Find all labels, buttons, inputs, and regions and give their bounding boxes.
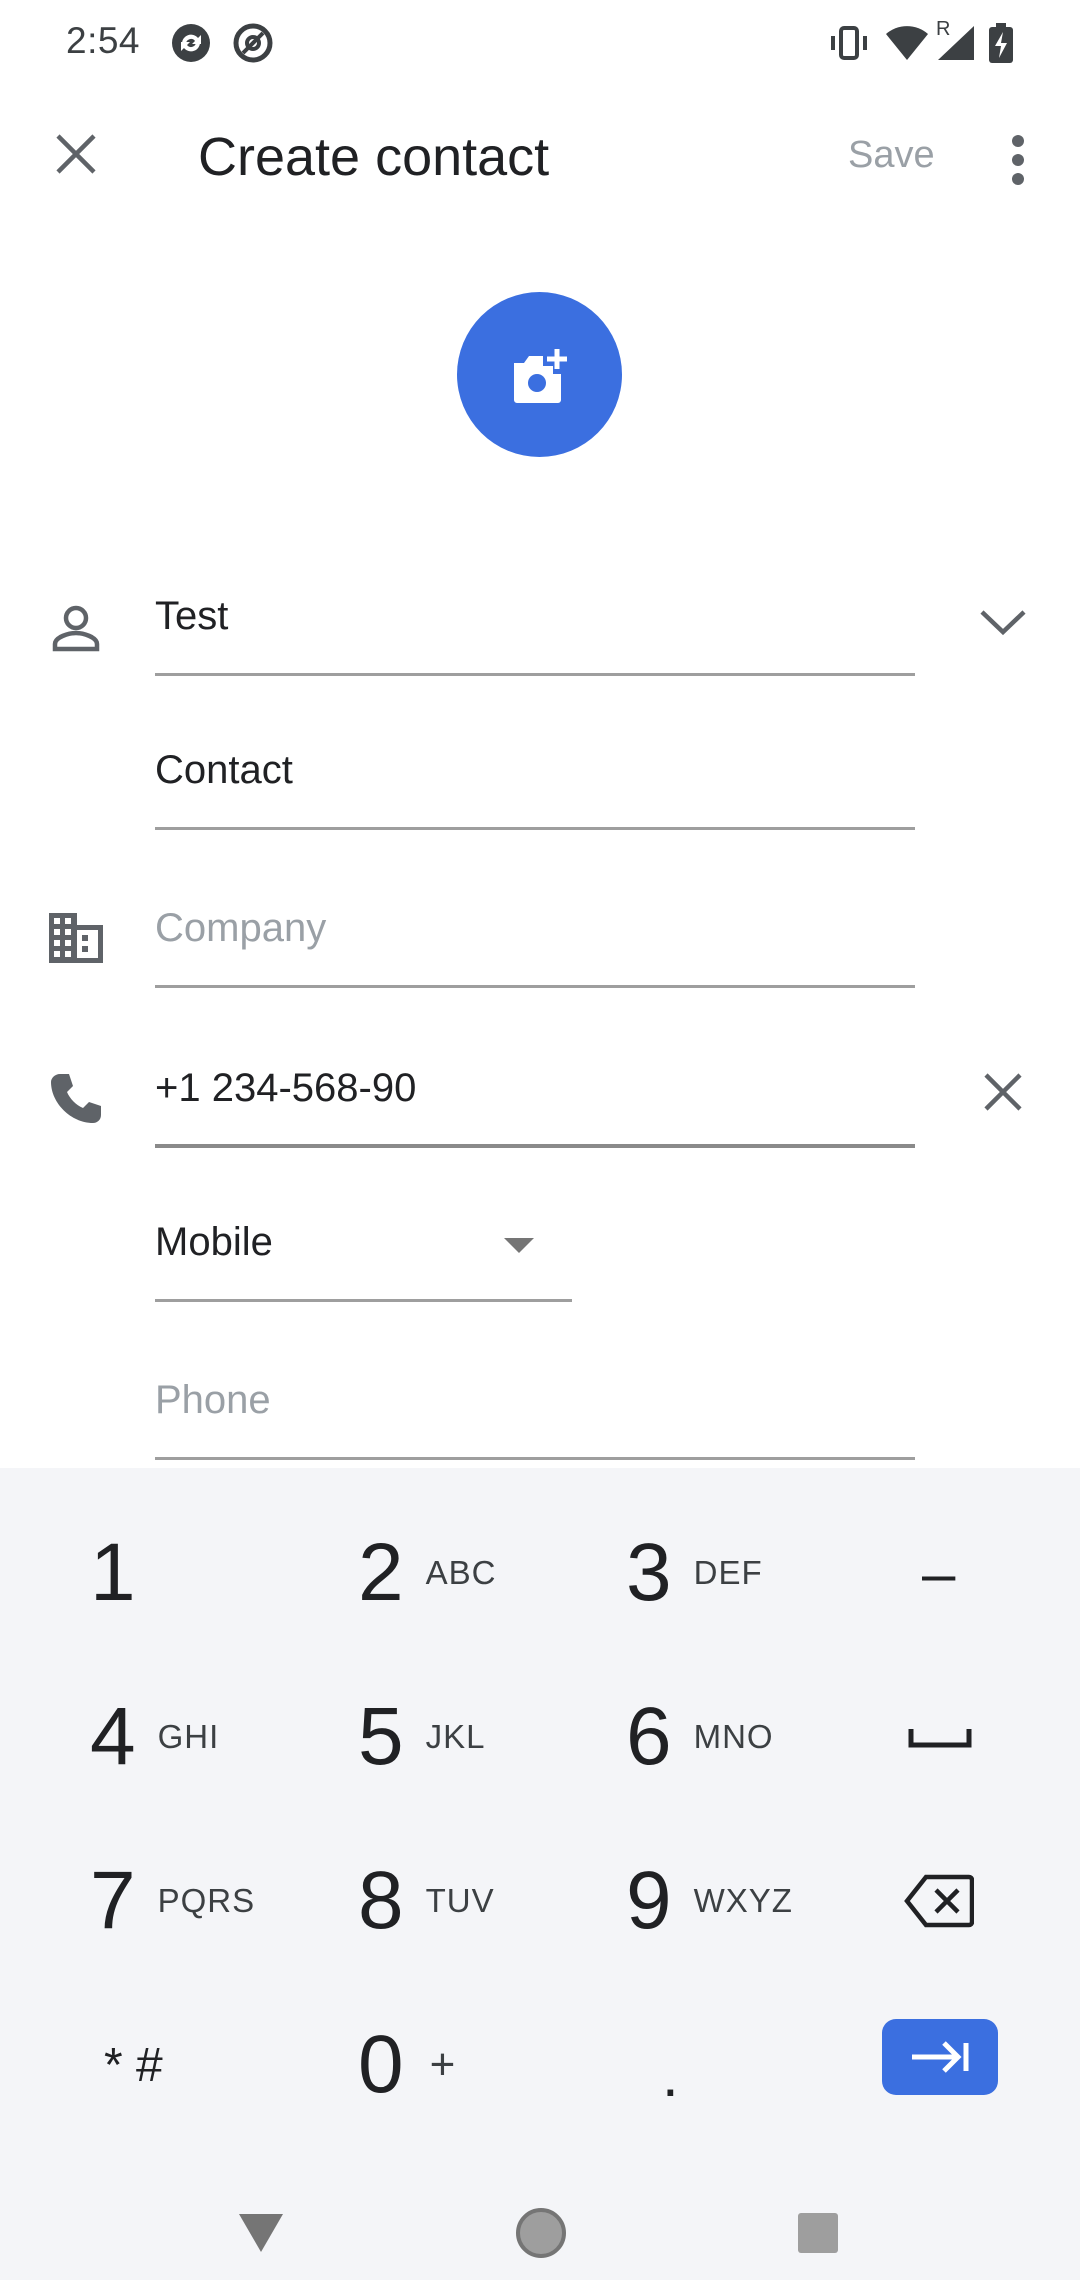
key-digit: 9 [626,1855,672,1946]
symbols-label: * # [104,2038,163,2092]
person-icon [44,596,108,660]
phone-type-select[interactable]: Mobile [155,1202,572,1302]
key-letters: TUV [425,1882,495,1919]
key-letters: DEF [693,1554,763,1591]
at-sign-app-icon [232,22,274,64]
key-digit: 8 [358,1855,404,1946]
dropdown-arrow-icon [504,1238,534,1253]
key-digit: 2 [358,1527,404,1618]
key-6[interactable]: 6 MNO [626,1667,774,1807]
back-triangle-icon [239,2214,283,2252]
close-button[interactable] [40,118,112,190]
close-icon [984,1073,1022,1111]
recents-square-icon [798,2213,838,2253]
key-letters: ABC [425,1554,497,1591]
last-name-value: Contact [155,748,293,792]
home-button[interactable] [496,2188,586,2278]
back-button[interactable] [216,2188,306,2278]
toolbar: Create contact Save [0,100,1080,220]
home-circle-icon [516,2208,566,2258]
backspace-icon [904,1874,974,1928]
additional-phone-field[interactable]: Phone [155,1360,915,1460]
key-letters: PQRS [157,1882,256,1919]
sync-app-icon [170,22,212,64]
dash-symbol: – [922,1539,956,1607]
phone-type-value: Mobile [155,1220,273,1264]
wifi-icon [884,22,930,64]
key-7[interactable]: 7 PQRS [90,1831,255,1971]
add-photo-button[interactable] [457,292,622,457]
status-bar: 2:54 R [0,0,1080,88]
key-9[interactable]: 9 WXYZ [626,1831,793,1971]
more-options-button[interactable] [990,124,1046,196]
add-photo-icon [513,348,567,403]
key-period[interactable]: . [662,2005,679,2145]
key-digit: 3 [626,1527,672,1618]
key-digit: 4 [90,1691,136,1782]
phone-icon [44,1066,108,1130]
phone-number-field[interactable]: +1 234-568-90 [155,1048,915,1148]
key-digit: 1 [90,1527,136,1618]
save-button[interactable]: Save [848,134,935,177]
key-0[interactable]: 0 + [358,1995,456,2135]
chevron-down-icon [980,610,1026,636]
key-plus: + [429,2040,457,2089]
key-symbols[interactable]: * # [104,1995,163,2135]
key-8[interactable]: 8 TUV [358,1831,495,1971]
battery-charging-icon [988,22,1014,64]
key-digit: 7 [90,1855,136,1946]
key-4[interactable]: 4 GHI [90,1667,219,1807]
key-letters: MNO [693,1718,774,1755]
period-label: . [662,2041,679,2109]
key-digit: 6 [626,1691,672,1782]
phone-number-value: +1 234-568-90 [155,1066,417,1110]
key-digit: 5 [358,1691,404,1782]
key-1[interactable]: 1 [90,1503,136,1643]
company-field[interactable]: Company [155,888,915,988]
key-2[interactable]: 2 ABC [358,1503,496,1643]
recents-button[interactable] [773,2188,863,2278]
key-letters: GHI [157,1718,220,1755]
expand-name-button[interactable] [971,590,1035,654]
key-digit: 0 [358,2019,404,2110]
close-icon [56,134,96,174]
clear-phone-button[interactable] [971,1060,1035,1124]
company-placeholder: Company [155,906,327,950]
tab-arrow-icon [912,2041,969,2073]
key-space[interactable] [908,1667,972,1807]
key-5[interactable]: 5 JKL [358,1667,485,1807]
signal-icon [934,22,978,64]
key-backspace[interactable] [904,1831,974,1971]
phone-placeholder: Phone [155,1378,271,1422]
key-dash[interactable]: – [922,1503,955,1643]
key-3[interactable]: 3 DEF [626,1503,763,1643]
status-time: 2:54 [66,20,141,61]
next-field-button[interactable] [882,2019,998,2095]
navigation-bar [0,2170,1080,2280]
key-letters: JKL [425,1718,486,1755]
vibrate-icon [828,22,870,64]
more-vert-icon [1012,135,1024,185]
first-name-field[interactable]: Test [155,576,915,676]
page-title: Create contact [198,127,550,187]
business-icon [44,906,108,970]
space-icon [908,1729,972,1748]
key-letters: WXYZ [693,1882,793,1919]
last-name-field[interactable]: Contact [155,730,915,830]
first-name-value: Test [155,594,229,638]
